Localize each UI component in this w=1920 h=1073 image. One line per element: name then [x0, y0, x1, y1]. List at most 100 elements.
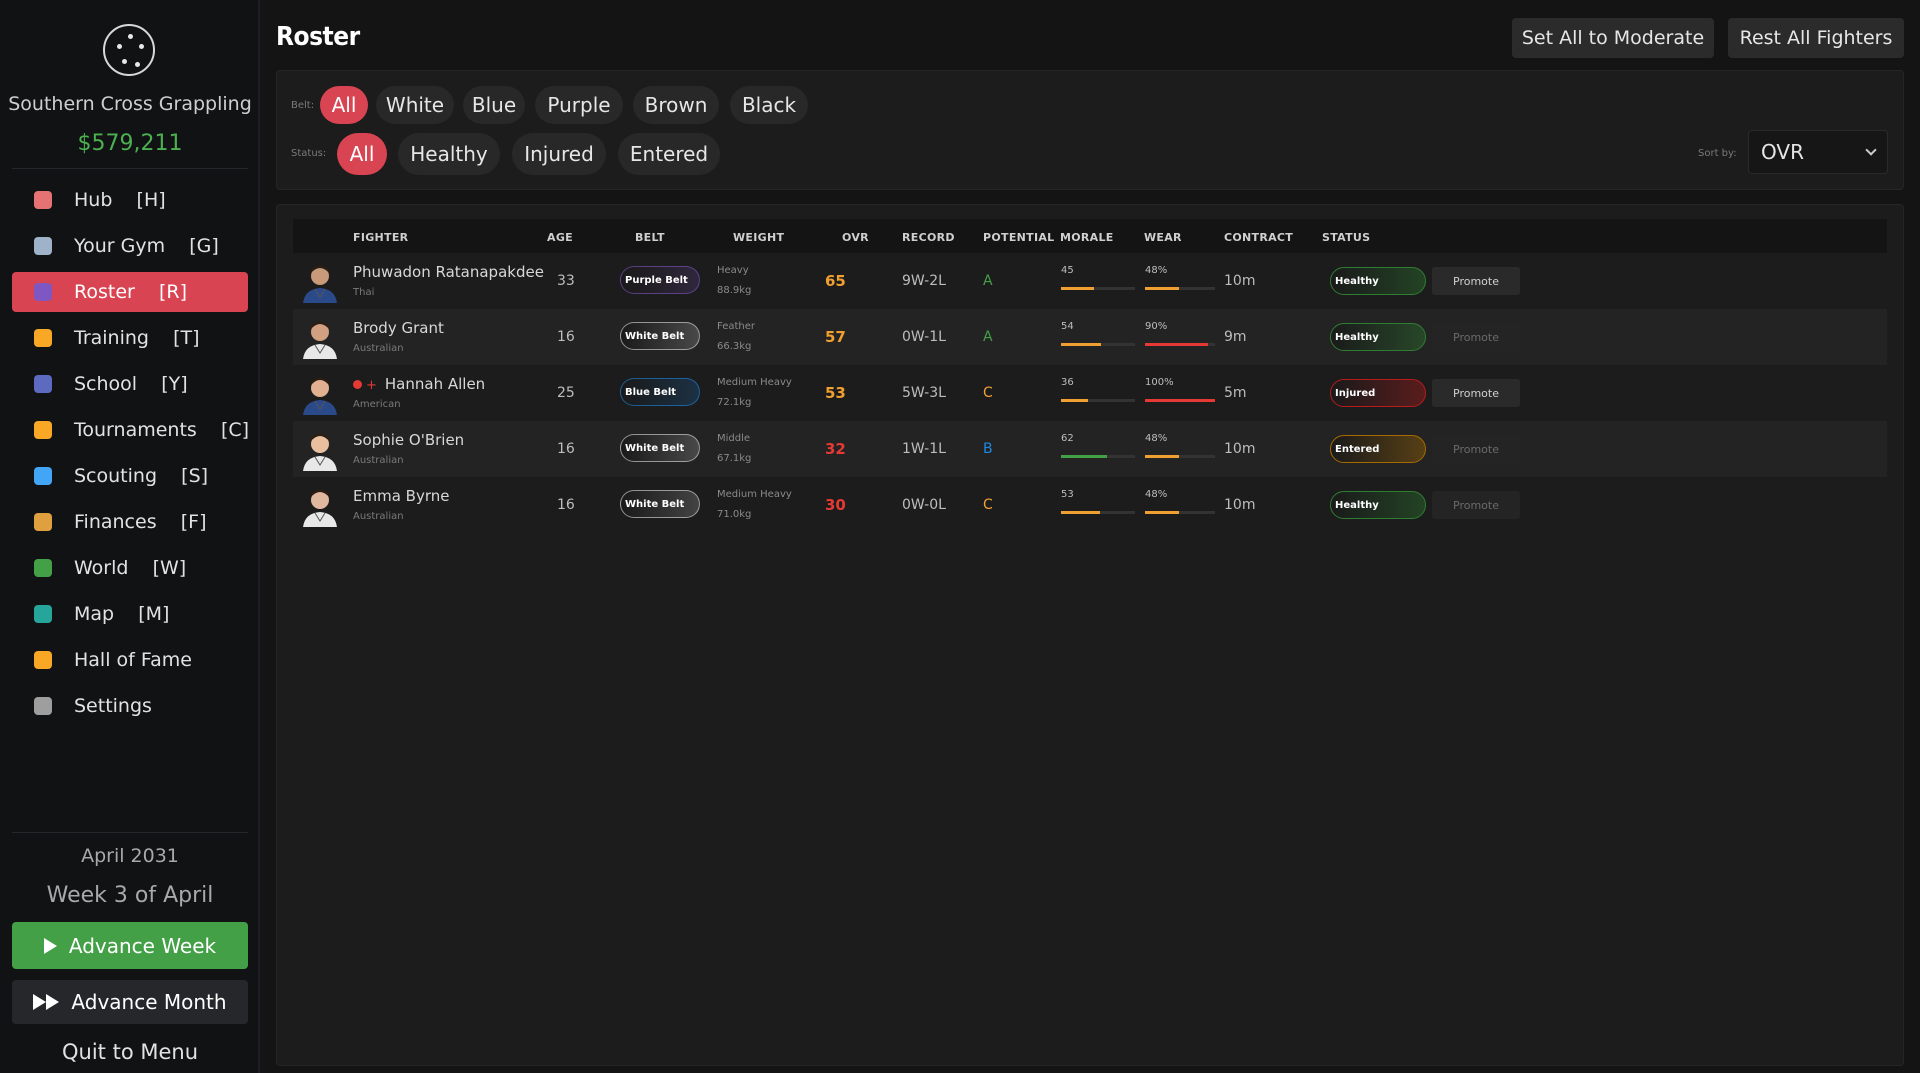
- fighter-age: 16: [557, 441, 575, 457]
- sidebar-item-label: World [W]: [74, 557, 187, 579]
- column-header-potential[interactable]: POTENTIAL: [983, 231, 1054, 244]
- wear-bar-fill: [1145, 511, 1179, 514]
- fighter-avatar: [299, 373, 341, 415]
- sidebar-item-roster[interactable]: Roster [R]: [12, 272, 248, 312]
- sidebar-item-school[interactable]: School [Y]: [12, 364, 248, 404]
- belt-chip-all[interactable]: All: [320, 86, 368, 124]
- status-chip-healthy[interactable]: Healthy: [398, 133, 500, 175]
- column-header-weight[interactable]: WEIGHT: [733, 231, 784, 244]
- morale-value: 53: [1061, 489, 1074, 500]
- fast-forward-icon: [33, 994, 60, 1010]
- fighter-avatar: [299, 429, 341, 471]
- fighter-name[interactable]: Emma Byrne: [353, 487, 449, 505]
- current-month: April 2031: [81, 845, 179, 867]
- status-label: Healthy: [1335, 331, 1379, 343]
- advance-month-button[interactable]: Advance Month: [12, 980, 248, 1024]
- morale-value: 54: [1061, 321, 1074, 332]
- advance-week-button[interactable]: Advance Week: [12, 922, 248, 969]
- set-all-moderate-button[interactable]: Set All to Moderate: [1512, 18, 1714, 58]
- status-chip-entered[interactable]: Entered: [618, 133, 720, 175]
- column-header-age[interactable]: AGE: [547, 231, 573, 244]
- weight-class: Feather: [717, 321, 756, 332]
- potential-grade: C: [983, 385, 993, 401]
- sidebar-item-your-gym[interactable]: Your Gym [G]: [12, 226, 248, 266]
- column-header-record[interactable]: RECORD: [902, 231, 955, 244]
- contract-remaining: 10m: [1224, 497, 1256, 513]
- promote-button: Promote: [1432, 323, 1520, 351]
- column-header-fighter[interactable]: FIGHTER: [353, 231, 408, 244]
- wear-value: 90%: [1145, 321, 1168, 332]
- belt-label: Purple Belt: [625, 274, 688, 286]
- sidebar-item-tournaments[interactable]: Tournaments [C]: [12, 410, 249, 450]
- sidebar-item-finances[interactable]: Finances [F]: [12, 502, 248, 542]
- table-row[interactable]: Brody Grant Australian 16 White Belt Feather…: [293, 309, 1887, 365]
- table-row[interactable]: + Hannah Allen American 25 Blue Belt Medium H…: [293, 365, 1887, 421]
- belt-chip-black[interactable]: Black: [730, 86, 808, 124]
- contract-remaining: 5m: [1224, 385, 1247, 401]
- status-badge: Entered: [1330, 435, 1426, 463]
- wear-bar-fill: [1145, 399, 1215, 402]
- table-row[interactable]: Emma Byrne Australian 16 White Belt Medium H…: [293, 477, 1887, 533]
- potential-grade: A: [983, 273, 993, 289]
- rest-all-fighters-button[interactable]: Rest All Fighters: [1728, 18, 1904, 58]
- promote-button[interactable]: Promote: [1432, 267, 1520, 295]
- belt-chip-purple[interactable]: Purple: [535, 86, 623, 124]
- weight-class: Medium Heavy: [717, 489, 792, 500]
- column-header-morale[interactable]: MORALE: [1060, 231, 1114, 244]
- potential-grade: C: [983, 497, 993, 513]
- sort-select[interactable]: OVR: [1748, 130, 1888, 174]
- belt-chip-white[interactable]: White: [376, 86, 454, 124]
- quit-to-menu-button[interactable]: Quit to Menu: [0, 1040, 260, 1064]
- sidebar-item-training[interactable]: Training [T]: [12, 318, 248, 358]
- gym-name: Southern Cross Grappling: [8, 93, 252, 115]
- sidebar-item-settings[interactable]: Settings: [12, 686, 248, 726]
- sidebar-item-world[interactable]: World [W]: [12, 548, 248, 588]
- medal-icon: [34, 651, 52, 669]
- belt-badge: Blue Belt: [620, 378, 700, 406]
- column-header-ovr[interactable]: OVR: [842, 231, 869, 244]
- belt-badge: White Belt: [620, 434, 700, 462]
- sidebar-item-hall-of-fame[interactable]: Hall of Fame: [12, 640, 248, 680]
- sidebar-item-label: Roster [R]: [74, 281, 188, 303]
- table-row[interactable]: Phuwadon Ratanapakdee Thai 33 Purple Belt He…: [293, 253, 1887, 309]
- belt-label: Blue Belt: [625, 386, 677, 398]
- sidebar-item-label: Hub [H]: [74, 189, 166, 211]
- belt-chip-brown[interactable]: Brown: [633, 86, 719, 124]
- fighter-age: 16: [557, 329, 575, 345]
- morale-value: 62: [1061, 433, 1074, 444]
- table-header: FIGHTER AGE BELT WEIGHT OVR RECORD POTENTIAL MO…: [293, 219, 1887, 253]
- table-row[interactable]: Sophie O'Brien Australian 16 White Belt Midd…: [293, 421, 1887, 477]
- weight-kg: 72.1kg: [717, 397, 752, 408]
- potential-grade: B: [983, 441, 993, 457]
- column-header-contract[interactable]: CONTRACT: [1224, 231, 1293, 244]
- money-bag-icon: [34, 513, 52, 531]
- sidebar-item-map[interactable]: Map [M]: [12, 594, 248, 634]
- advance-week-label: Advance Week: [68, 933, 217, 958]
- fighter-name[interactable]: Phuwadon Ratanapakdee: [353, 263, 544, 281]
- morale-value: 45: [1061, 265, 1074, 276]
- sidebar-item-scouting[interactable]: Scouting [S]: [12, 456, 248, 496]
- belt-badge: White Belt: [620, 322, 700, 350]
- belt-filter-label: Belt:: [291, 100, 315, 111]
- weight-kg: 71.0kg: [717, 509, 752, 520]
- column-header-wear[interactable]: WEAR: [1144, 231, 1182, 244]
- fighter-name[interactable]: Sophie O'Brien: [353, 431, 464, 449]
- fighter-name[interactable]: + Hannah Allen: [353, 375, 485, 393]
- current-week: Week 3 of April: [46, 883, 214, 908]
- column-header-status[interactable]: STATUS: [1322, 231, 1370, 244]
- people-icon: [34, 283, 52, 301]
- belt-label: White Belt: [625, 442, 685, 454]
- status-chip-all[interactable]: All: [337, 133, 387, 175]
- sidebar-item-hub[interactable]: Hub [H]: [12, 180, 248, 220]
- status-chip-injured[interactable]: Injured: [512, 133, 606, 175]
- belt-chip-blue[interactable]: Blue: [463, 86, 525, 124]
- status-label: Entered: [1335, 443, 1380, 455]
- wear-bar-fill: [1145, 287, 1179, 290]
- column-header-belt[interactable]: BELT: [635, 231, 665, 244]
- fighter-name[interactable]: Brody Grant: [353, 319, 444, 337]
- wear-value: 100%: [1145, 377, 1174, 388]
- morale-bar-fill: [1061, 343, 1101, 346]
- promote-button[interactable]: Promote: [1432, 379, 1520, 407]
- fighter-nationality: Australian: [353, 511, 404, 522]
- status-badge: Healthy: [1330, 323, 1426, 351]
